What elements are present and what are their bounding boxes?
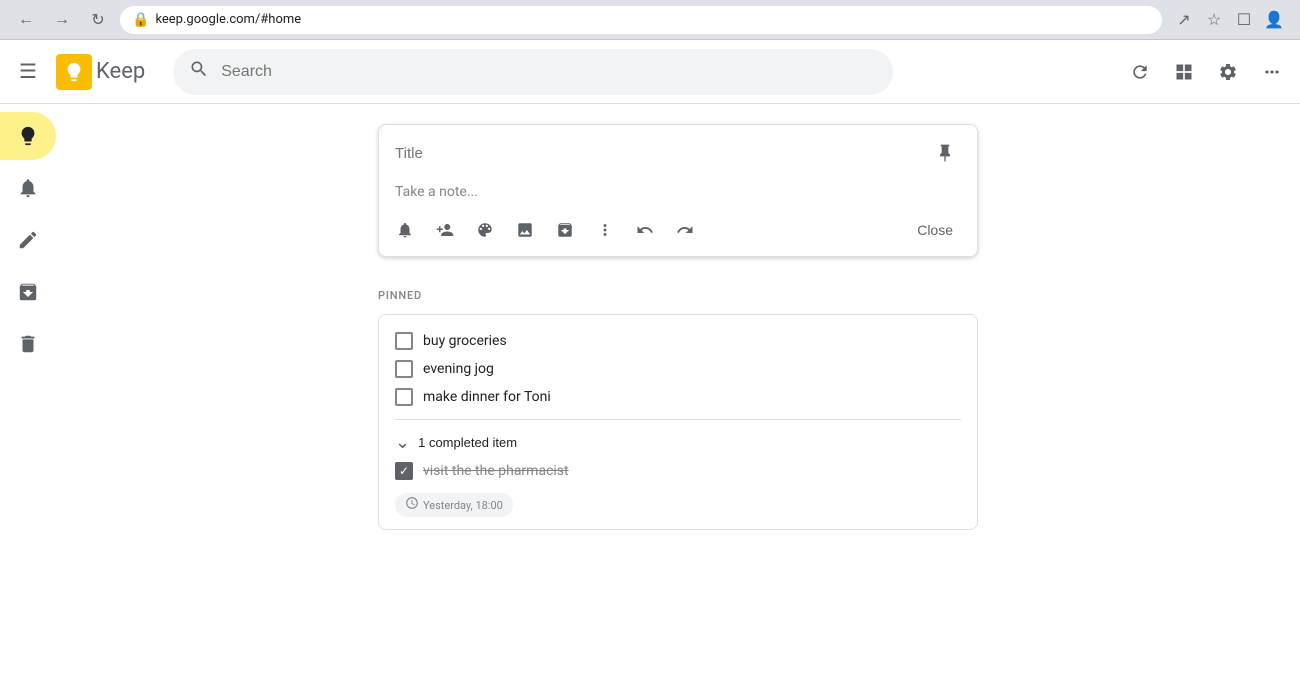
close-button[interactable]: Close bbox=[901, 214, 969, 246]
note-toolbar: Close bbox=[379, 208, 977, 256]
note-title-input[interactable] bbox=[395, 145, 929, 162]
note-placeholder: Take a note... bbox=[395, 184, 478, 200]
main-content: Take a note... bbox=[56, 104, 1300, 683]
share-button[interactable]: ↗ bbox=[1170, 6, 1198, 34]
sidebar-item-archive[interactable] bbox=[0, 268, 56, 316]
color-toolbar-btn[interactable] bbox=[467, 212, 503, 248]
completed-count: 1 bbox=[418, 435, 425, 450]
checklist-item-1: buy groceries bbox=[395, 327, 961, 355]
bulb-icon bbox=[16, 124, 40, 148]
chevron-down-icon: ⌄ bbox=[395, 432, 410, 453]
redo-toolbar-btn[interactable] bbox=[667, 212, 703, 248]
sidebar bbox=[0, 104, 56, 683]
settings-button[interactable] bbox=[1208, 52, 1248, 92]
reload-button[interactable]: ↻ bbox=[84, 6, 112, 34]
checkbox-4[interactable] bbox=[395, 462, 413, 480]
window-button[interactable]: ☐ bbox=[1230, 6, 1258, 34]
hamburger-button[interactable]: ☰ bbox=[8, 52, 48, 92]
profile-button[interactable]: 👤 bbox=[1260, 6, 1288, 34]
pinned-label: PINNED bbox=[378, 289, 978, 302]
completed-count-text: 1 completed item bbox=[418, 435, 517, 450]
refresh-button[interactable] bbox=[1120, 52, 1160, 92]
search-icon bbox=[189, 59, 209, 84]
note-editor-top bbox=[379, 125, 977, 177]
sidebar-item-trash[interactable] bbox=[0, 320, 56, 368]
checklist-item-4: visit the the pharmacist bbox=[395, 457, 961, 485]
app-header: ☰ Keep bbox=[0, 40, 1300, 104]
reminder-toolbar-btn[interactable] bbox=[387, 212, 423, 248]
checklist-text-3: make dinner for Toni bbox=[423, 389, 551, 405]
completed-toggle[interactable]: ⌄ 1 completed item bbox=[395, 428, 517, 457]
view-toggle-button[interactable] bbox=[1164, 52, 1204, 92]
note-footer: Yesterday, 18:00 bbox=[395, 493, 961, 517]
checkbox-3[interactable] bbox=[395, 388, 413, 406]
archive-toolbar-btn[interactable] bbox=[547, 212, 583, 248]
completed-divider bbox=[395, 419, 961, 420]
collaborator-toolbar-btn[interactable] bbox=[427, 212, 463, 248]
timestamp-text: Yesterday, 18:00 bbox=[423, 499, 503, 512]
sidebar-item-notes[interactable] bbox=[0, 112, 56, 160]
checklist-text-2: evening jog bbox=[423, 361, 494, 377]
bookmark-button[interactable]: ☆ bbox=[1200, 6, 1228, 34]
more-toolbar-btn[interactable] bbox=[587, 212, 623, 248]
note-body[interactable]: Take a note... bbox=[379, 177, 977, 208]
app-logo[interactable]: Keep bbox=[56, 54, 145, 90]
checklist-item-3: make dinner for Toni bbox=[395, 383, 961, 411]
edit-icon bbox=[16, 228, 40, 252]
note-editor: Take a note... bbox=[378, 124, 978, 257]
undo-toolbar-btn[interactable] bbox=[627, 212, 663, 248]
forward-button[interactable]: → bbox=[48, 6, 76, 34]
checklist-item-2: evening jog bbox=[395, 355, 961, 383]
back-button[interactable]: ← bbox=[12, 6, 40, 34]
notes-section: PINNED buy groceries evening jog make di… bbox=[378, 289, 978, 530]
address-bar[interactable]: 🔒 keep.google.com/#home bbox=[120, 6, 1162, 34]
checklist-text-1: buy groceries bbox=[423, 333, 507, 349]
checkbox-1[interactable] bbox=[395, 332, 413, 350]
note-card: buy groceries evening jog make dinner fo… bbox=[378, 314, 978, 530]
note-timestamp: Yesterday, 18:00 bbox=[395, 493, 513, 517]
checklist-text-4: visit the the pharmacist bbox=[423, 463, 569, 479]
completed-label: completed item bbox=[429, 435, 517, 450]
archive-icon bbox=[16, 280, 40, 304]
search-input[interactable] bbox=[221, 63, 877, 81]
bell-icon bbox=[16, 176, 40, 200]
sidebar-item-reminders[interactable] bbox=[0, 164, 56, 212]
logo-icon bbox=[56, 54, 92, 90]
sidebar-item-edit-labels[interactable] bbox=[0, 216, 56, 264]
header-actions bbox=[1120, 52, 1292, 92]
trash-icon bbox=[16, 332, 40, 356]
browser-actions: ↗ ☆ ☐ 👤 bbox=[1170, 6, 1288, 34]
main-layout: Take a note... bbox=[0, 104, 1300, 683]
apps-button[interactable] bbox=[1252, 52, 1292, 92]
url-text: keep.google.com/#home bbox=[155, 12, 301, 27]
pin-button[interactable] bbox=[929, 137, 961, 169]
search-bar[interactable] bbox=[173, 49, 893, 95]
lock-icon: 🔒 bbox=[132, 12, 149, 28]
app-name-text: Keep bbox=[96, 59, 145, 84]
checkbox-2[interactable] bbox=[395, 360, 413, 378]
browser-chrome: ← → ↻ 🔒 keep.google.com/#home ↗ ☆ ☐ 👤 bbox=[0, 0, 1300, 40]
image-toolbar-btn[interactable] bbox=[507, 212, 543, 248]
clock-icon bbox=[405, 496, 419, 514]
